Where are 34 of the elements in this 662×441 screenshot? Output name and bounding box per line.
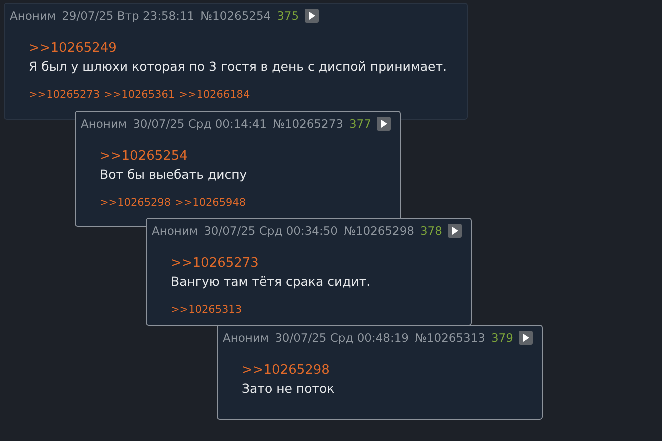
poster-name: Аноним <box>152 224 198 238</box>
reply-link[interactable]: >>10265273 <box>29 89 100 101</box>
quote-link[interactable]: >>10265254 <box>100 148 395 165</box>
post-date: 29/07/25 Втр 23:58:11 <box>62 9 195 23</box>
play-icon[interactable] <box>377 117 392 131</box>
post-text: Зато не поток <box>242 380 336 398</box>
post-count: 375 <box>277 9 300 23</box>
poster-name: Аноним <box>223 331 270 345</box>
poster-name: Аноним <box>81 117 128 131</box>
post-text: Вот бы выебать диспу <box>100 166 248 184</box>
reply-link[interactable]: >>10265361 <box>104 89 176 101</box>
poster-name: Аноним <box>10 9 56 23</box>
reply-link[interactable]: >>10265948 <box>175 197 246 209</box>
post-number[interactable]: №10265313 <box>414 331 486 345</box>
quote-link[interactable]: >>10265298 <box>242 362 537 379</box>
post-date: 30/07/25 Срд 00:48:19 <box>275 331 409 345</box>
play-icon[interactable] <box>519 331 534 345</box>
post-date: 30/07/25 Срд 00:14:41 <box>133 117 267 131</box>
quote-link[interactable]: >>10265249 <box>29 40 462 57</box>
post-number[interactable]: №10265273 <box>272 117 344 131</box>
play-icon[interactable] <box>305 9 320 23</box>
post-number[interactable]: №10265254 <box>200 9 272 23</box>
quote-link[interactable]: >>10265273 <box>171 255 466 272</box>
reply-link[interactable]: >>10265298 <box>100 197 172 209</box>
play-icon[interactable] <box>448 224 462 238</box>
post-text: Вангую там тётя срака сидит. <box>171 273 372 291</box>
reply-link[interactable]: >>10266184 <box>179 89 250 101</box>
post-count: 377 <box>349 117 372 131</box>
post-text: Я был у шлюхи которая по 3 гостя в день с диспой принимает. <box>29 58 448 76</box>
post-count: 379 <box>491 331 514 345</box>
post-number[interactable]: №10265298 <box>344 224 414 238</box>
post-count: 378 <box>420 224 442 238</box>
post-date: 30/07/25 Срд 00:34:50 <box>204 224 338 238</box>
reply-link[interactable]: >>10265313 <box>171 304 242 316</box>
